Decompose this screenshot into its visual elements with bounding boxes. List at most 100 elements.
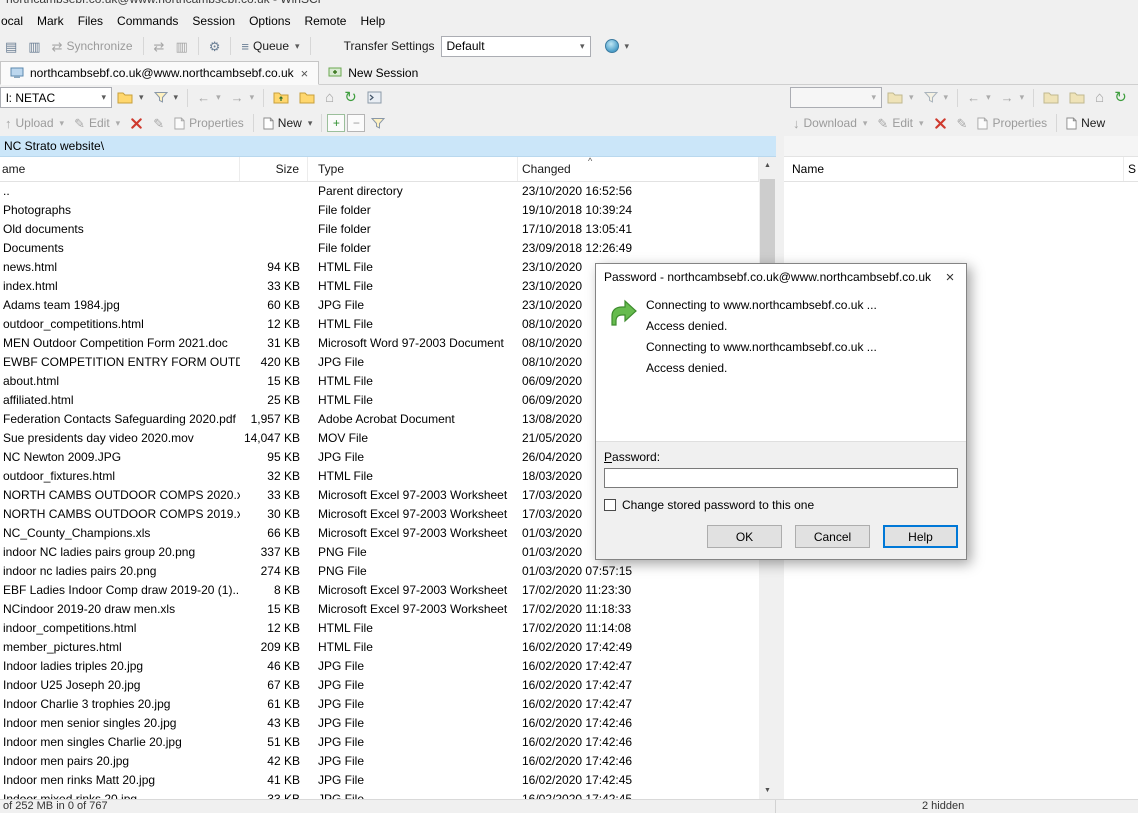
local-path: NC Strato website\ bbox=[4, 139, 104, 153]
remote-bookmarks-button[interactable]: ▾ bbox=[882, 86, 919, 110]
local-delete-button[interactable] bbox=[125, 111, 148, 135]
root-folder-icon bbox=[1069, 91, 1085, 104]
new-session-tab[interactable]: New Session bbox=[319, 61, 427, 84]
local-new-button[interactable]: New ▾ bbox=[258, 111, 318, 135]
local-forward-button[interactable]: → ▾ bbox=[226, 86, 260, 110]
local-filter-button[interactable]: ▾ bbox=[149, 86, 184, 110]
local-open-console-button[interactable] bbox=[362, 86, 387, 110]
menu-item-commands[interactable]: Commands bbox=[110, 11, 185, 31]
local-drive-select[interactable]: l: NETAC ▾ bbox=[0, 87, 112, 108]
menu-item-ocal[interactable]: ocal bbox=[0, 11, 30, 31]
menu-item-mark[interactable]: Mark bbox=[30, 11, 71, 31]
remote-back-button[interactable]: ← ▾ bbox=[962, 86, 996, 110]
file-row[interactable]: Indoor U25 Joseph 20.jpg67 KBJPG File16/… bbox=[0, 676, 759, 695]
add-filter-button[interactable]: + bbox=[327, 114, 345, 132]
remote-column-header-row: Name S bbox=[784, 157, 1138, 182]
menu-item-session[interactable]: Session bbox=[185, 11, 242, 31]
store-password-checkbox[interactable] bbox=[604, 499, 616, 511]
remote-directory-select[interactable]: ▾ bbox=[790, 87, 882, 108]
file-size: 15 KB bbox=[240, 372, 308, 391]
file-row[interactable]: member_pictures.html209 KBHTML File16/02… bbox=[0, 638, 759, 657]
remote-filter-button[interactable]: ▾ bbox=[919, 86, 954, 110]
remote-home-button[interactable]: ⌂ bbox=[1090, 86, 1109, 110]
preferences-button[interactable]: ⚙ bbox=[204, 34, 226, 58]
remote-path-bar[interactable] bbox=[784, 136, 1138, 157]
local-back-button[interactable]: ← ▾ bbox=[192, 86, 226, 110]
transfer-settings-select[interactable]: Default ▾ bbox=[441, 36, 591, 57]
remote-parent-directory-button[interactable] bbox=[1038, 86, 1064, 110]
local-refresh-button[interactable]: ↻ bbox=[339, 86, 362, 110]
download-button[interactable]: ↓ Download ▾ bbox=[788, 111, 872, 135]
local-properties-button[interactable]: Properties bbox=[169, 111, 249, 135]
file-row[interactable]: indoor_competitions.html12 KBHTML File17… bbox=[0, 619, 759, 638]
remote-edit-button[interactable]: ✎ Edit ▾ bbox=[872, 111, 928, 135]
queue-button[interactable]: ≡ Queue ▾ bbox=[236, 34, 304, 58]
file-row[interactable]: Old documentsFile folder17/10/2018 13:05… bbox=[0, 220, 759, 239]
file-row[interactable]: Indoor men senior singles 20.jpg43 KBJPG… bbox=[0, 714, 759, 733]
session-color-button[interactable]: ▾ bbox=[600, 34, 635, 58]
file-type: JPG File bbox=[308, 695, 518, 714]
mirror-button[interactable]: ⇄ bbox=[149, 34, 170, 58]
ok-button[interactable]: OK bbox=[707, 525, 782, 548]
remote-properties-button[interactable]: Properties bbox=[972, 111, 1052, 135]
toolbar-separator bbox=[957, 89, 958, 107]
column-header-type[interactable]: Type bbox=[308, 157, 518, 181]
remote-column-header-size[interactable]: S bbox=[1124, 157, 1138, 181]
local-filter-list-button[interactable] bbox=[366, 111, 390, 135]
remote-column-header-name[interactable]: Name bbox=[784, 157, 1124, 181]
upload-button[interactable]: ↑ Upload ▾ bbox=[0, 111, 69, 135]
local-edit-button[interactable]: ✎ Edit ▾ bbox=[69, 111, 125, 135]
swap-panels-button[interactable]: ▥ bbox=[170, 34, 192, 58]
local-parent-directory-button[interactable] bbox=[268, 86, 294, 110]
close-icon[interactable]: × bbox=[934, 264, 966, 290]
file-row[interactable]: NCindoor 2019-20 draw men.xls15 KBMicros… bbox=[0, 600, 759, 619]
remote-root-directory-button[interactable] bbox=[1064, 86, 1090, 110]
scroll-down-icon[interactable]: ▼ bbox=[759, 782, 776, 799]
refresh-icon: ↻ bbox=[344, 90, 357, 105]
menu-item-files[interactable]: Files bbox=[71, 11, 110, 31]
file-size: 337 KB bbox=[240, 543, 308, 562]
menu-item-help[interactable]: Help bbox=[353, 11, 392, 31]
file-row[interactable]: Indoor mixed rinks 20.jpg33 KBJPG File16… bbox=[0, 790, 759, 799]
synchronize-button[interactable]: ⇄ Synchronize bbox=[47, 34, 138, 58]
file-row[interactable]: Indoor men pairs 20.jpg42 KBJPG File16/0… bbox=[0, 752, 759, 771]
file-row[interactable]: EBF Ladies Indoor Comp draw 2019-20 (1).… bbox=[0, 581, 759, 600]
file-row[interactable]: Indoor Charlie 3 trophies 20.jpg61 KBJPG… bbox=[0, 695, 759, 714]
file-row[interactable]: indoor nc ladies pairs 20.png274 KBPNG F… bbox=[0, 562, 759, 581]
cancel-button[interactable]: Cancel bbox=[795, 525, 870, 548]
local-bookmarks-button[interactable]: ▾ bbox=[112, 86, 149, 110]
file-type: JPG File bbox=[308, 733, 518, 752]
scroll-up-icon[interactable]: ▲ bbox=[759, 157, 776, 174]
local-rename-button[interactable]: ✎ bbox=[148, 111, 169, 135]
column-header-name[interactable]: ame bbox=[0, 157, 240, 181]
file-row[interactable]: Indoor men rinks Matt 20.jpg41 KBJPG Fil… bbox=[0, 771, 759, 790]
remote-new-button[interactable]: New bbox=[1061, 111, 1110, 135]
column-header-size[interactable]: Size bbox=[240, 157, 308, 181]
file-row[interactable]: DocumentsFile folder23/09/2018 12:26:49 bbox=[0, 239, 759, 258]
file-row[interactable]: Indoor ladies triples 20.jpg46 KBJPG Fil… bbox=[0, 657, 759, 676]
close-icon[interactable]: × bbox=[300, 66, 310, 81]
local-home-button[interactable]: ⌂ bbox=[320, 86, 339, 110]
session-tab[interactable]: northcambsebf.co.uk@www.northcambsebf.co… bbox=[0, 61, 319, 85]
local-path-bar[interactable]: NC Strato website\ bbox=[0, 136, 776, 157]
mirror-icon: ⇄ bbox=[154, 40, 165, 53]
menu-item-options[interactable]: Options bbox=[242, 11, 297, 31]
remote-refresh-button[interactable]: ↻ bbox=[1109, 86, 1132, 110]
remote-rename-button[interactable]: ✎ bbox=[952, 111, 973, 135]
file-row[interactable]: PhotographsFile folder19/10/2018 10:39:2… bbox=[0, 201, 759, 220]
password-input[interactable] bbox=[604, 468, 958, 488]
remote-delete-button[interactable] bbox=[929, 111, 952, 135]
remote-forward-button[interactable]: → ▾ bbox=[996, 86, 1030, 110]
help-button[interactable]: Help bbox=[883, 525, 958, 548]
local-root-directory-button[interactable] bbox=[294, 86, 320, 110]
file-row[interactable]: Indoor men singles Charlie 20.jpg51 KBJP… bbox=[0, 733, 759, 752]
dialog-title-bar[interactable]: Password - northcambsebf.co.uk@www.north… bbox=[596, 264, 966, 290]
remove-filter-button[interactable]: − bbox=[347, 114, 365, 132]
layout-button[interactable]: ▤ bbox=[0, 34, 22, 58]
properties-icon bbox=[977, 117, 988, 130]
layout-alt-button[interactable]: ▥ bbox=[23, 34, 45, 58]
file-row[interactable]: ..Parent directory23/10/2020 16:52:56 bbox=[0, 182, 759, 201]
menu-item-remote[interactable]: Remote bbox=[297, 11, 353, 31]
column-header-changed[interactable]: ^ Changed bbox=[518, 157, 759, 181]
status-bar: of 252 MB in 0 of 767 2 hidden bbox=[0, 799, 1138, 813]
